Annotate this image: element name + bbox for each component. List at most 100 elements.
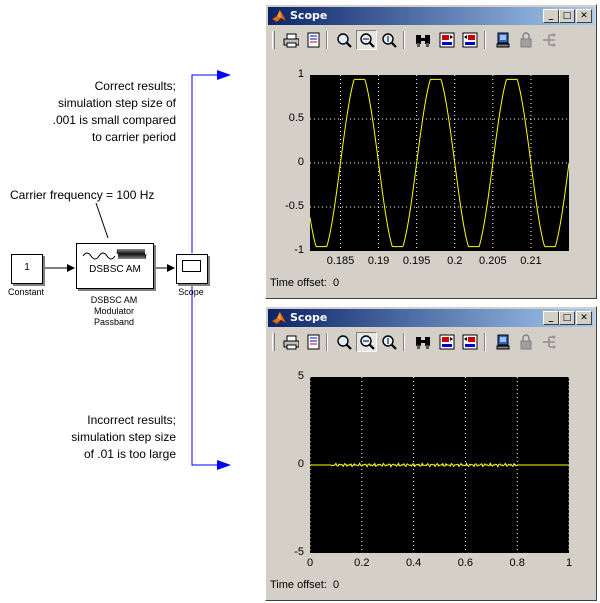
time-offset-label: Time offset: — [270, 277, 327, 289]
signal-selector-icon — [541, 334, 557, 350]
top-scope-arrow — [191, 70, 231, 253]
matlab-logo-icon — [271, 8, 287, 24]
toolbar-grip[interactable] — [272, 333, 275, 351]
floating-scope-button[interactable] — [492, 332, 513, 352]
constant-label: Constant — [7, 287, 45, 297]
print-icon — [283, 334, 299, 350]
toolbar-separator — [484, 333, 486, 351]
constant-value: 1 — [24, 262, 30, 273]
zoom-x-button[interactable] — [356, 332, 377, 352]
bottom-scope-arrow — [191, 285, 231, 470]
toolbar-separator — [326, 333, 328, 351]
scope-toolbar — [270, 329, 592, 355]
x-tick-label: 0.4 — [405, 557, 422, 569]
scope-toolbar — [270, 27, 592, 53]
x-tick-label: 1 — [565, 557, 573, 569]
dsbsc-am-modulator-block[interactable]: DSBSC AM — [76, 243, 154, 289]
save-axes-icon — [439, 334, 455, 350]
floating-scope-icon — [495, 334, 511, 350]
signal-selector-icon — [541, 32, 557, 48]
x-tick-label: 0.195 — [402, 255, 431, 267]
restore-axes-icon — [462, 32, 478, 48]
close-button[interactable]: ✕ — [576, 311, 592, 325]
restore-axes-button[interactable] — [459, 332, 480, 352]
x-tick-label: 0.185 — [326, 255, 355, 267]
parameters-button[interactable] — [302, 332, 323, 352]
zoom-button[interactable] — [333, 30, 354, 50]
autoscale-button[interactable] — [412, 332, 433, 352]
floating-scope-button[interactable] — [492, 30, 513, 50]
modulated-waveform-icon — [82, 248, 147, 260]
autoscale-button[interactable] — [412, 30, 433, 50]
scope-plot-area[interactable] — [310, 377, 569, 553]
toolbar-separator — [403, 333, 405, 351]
time-offset-label: Time offset: — [270, 579, 327, 591]
save-axes-button[interactable] — [436, 30, 457, 50]
zoom-y-button[interactable] — [378, 30, 399, 50]
constant-block[interactable]: 1 — [11, 254, 43, 284]
print-button[interactable] — [280, 30, 301, 50]
time-offset-value: 0 — [332, 579, 340, 591]
close-button[interactable]: ✕ — [576, 9, 592, 23]
zoom-x-icon — [359, 334, 375, 350]
toolbar-grip[interactable] — [272, 31, 275, 49]
maximize-button[interactable]: □ — [559, 311, 575, 325]
maximize-button[interactable]: □ — [559, 9, 575, 23]
y-tick-label: -1 — [294, 244, 304, 256]
y-tick-label: 1 — [297, 68, 304, 80]
parameters-button[interactable] — [302, 30, 323, 50]
toolbar-separator — [403, 31, 405, 49]
modulator-label: DSBSC AM Modulator Passband — [90, 295, 138, 327]
signal-trace — [310, 462, 569, 468]
x-tick-label: 0.2 — [447, 255, 463, 267]
window-title: Scope — [290, 311, 328, 324]
time-offset-value: 0 — [332, 277, 340, 289]
scope-window-bottom[interactable]: Scope _ □ ✕ 0 0.2 0.4 0.6 0.8 1 5 0 -5 T… — [265, 306, 597, 601]
carrier-callout-line — [95, 202, 109, 239]
scope-plot-svg — [310, 377, 569, 553]
scope-plot-area[interactable] — [310, 75, 569, 251]
minimize-button[interactable]: _ — [543, 311, 559, 325]
scope-label: Scope — [178, 287, 204, 297]
y-tick-label: -5 — [294, 546, 304, 558]
matlab-logo-icon — [271, 310, 287, 326]
print-button[interactable] — [280, 332, 301, 352]
save-axes-button[interactable] — [436, 332, 457, 352]
parameters-icon — [305, 32, 321, 48]
title-bar[interactable]: Scope _ □ ✕ — [268, 7, 594, 25]
toolbar-separator — [484, 31, 486, 49]
save-axes-icon — [439, 32, 455, 48]
scope-block[interactable] — [176, 254, 208, 284]
lock-axes-icon — [518, 334, 534, 350]
restore-axes-button[interactable] — [459, 30, 480, 50]
autoscale-icon — [415, 32, 431, 48]
minimize-button[interactable]: _ — [543, 9, 559, 23]
y-tick-label: 0 — [297, 156, 304, 168]
x-tick-label: 0.205 — [479, 255, 507, 267]
x-tick-label: 0.21 — [520, 255, 542, 267]
zoom-x-button[interactable] — [356, 30, 377, 50]
signal-selector-button[interactable] — [538, 30, 559, 50]
x-tick-label: 0.6 — [457, 557, 474, 569]
autoscale-icon — [415, 334, 431, 350]
signal-selector-button[interactable] — [538, 332, 559, 352]
scope-plot-svg — [310, 75, 569, 251]
y-tick-label: 0 — [297, 458, 304, 470]
y-tick-label: 0.5 — [288, 112, 304, 124]
restore-axes-icon — [462, 334, 478, 350]
lock-axes-button[interactable] — [515, 332, 536, 352]
lock-axes-icon — [518, 32, 534, 48]
x-tick-label: 0 — [306, 557, 314, 569]
zoom-y-button[interactable] — [378, 332, 399, 352]
print-icon — [283, 32, 299, 48]
y-tick-label: -0.5 — [285, 200, 304, 212]
zoom-button[interactable] — [333, 332, 354, 352]
title-bar[interactable]: Scope _ □ ✕ — [268, 309, 594, 327]
toolbar-separator — [326, 31, 328, 49]
lock-axes-button[interactable] — [515, 30, 536, 50]
window-title: Scope — [290, 9, 328, 22]
scope-window-top[interactable]: Scope _ □ ✕ 0.185 0.19 0.195 0.2 0.205 0… — [265, 4, 597, 299]
zoom-icon — [336, 32, 352, 48]
zoom-y-icon — [381, 334, 397, 350]
parameters-icon — [305, 334, 321, 350]
